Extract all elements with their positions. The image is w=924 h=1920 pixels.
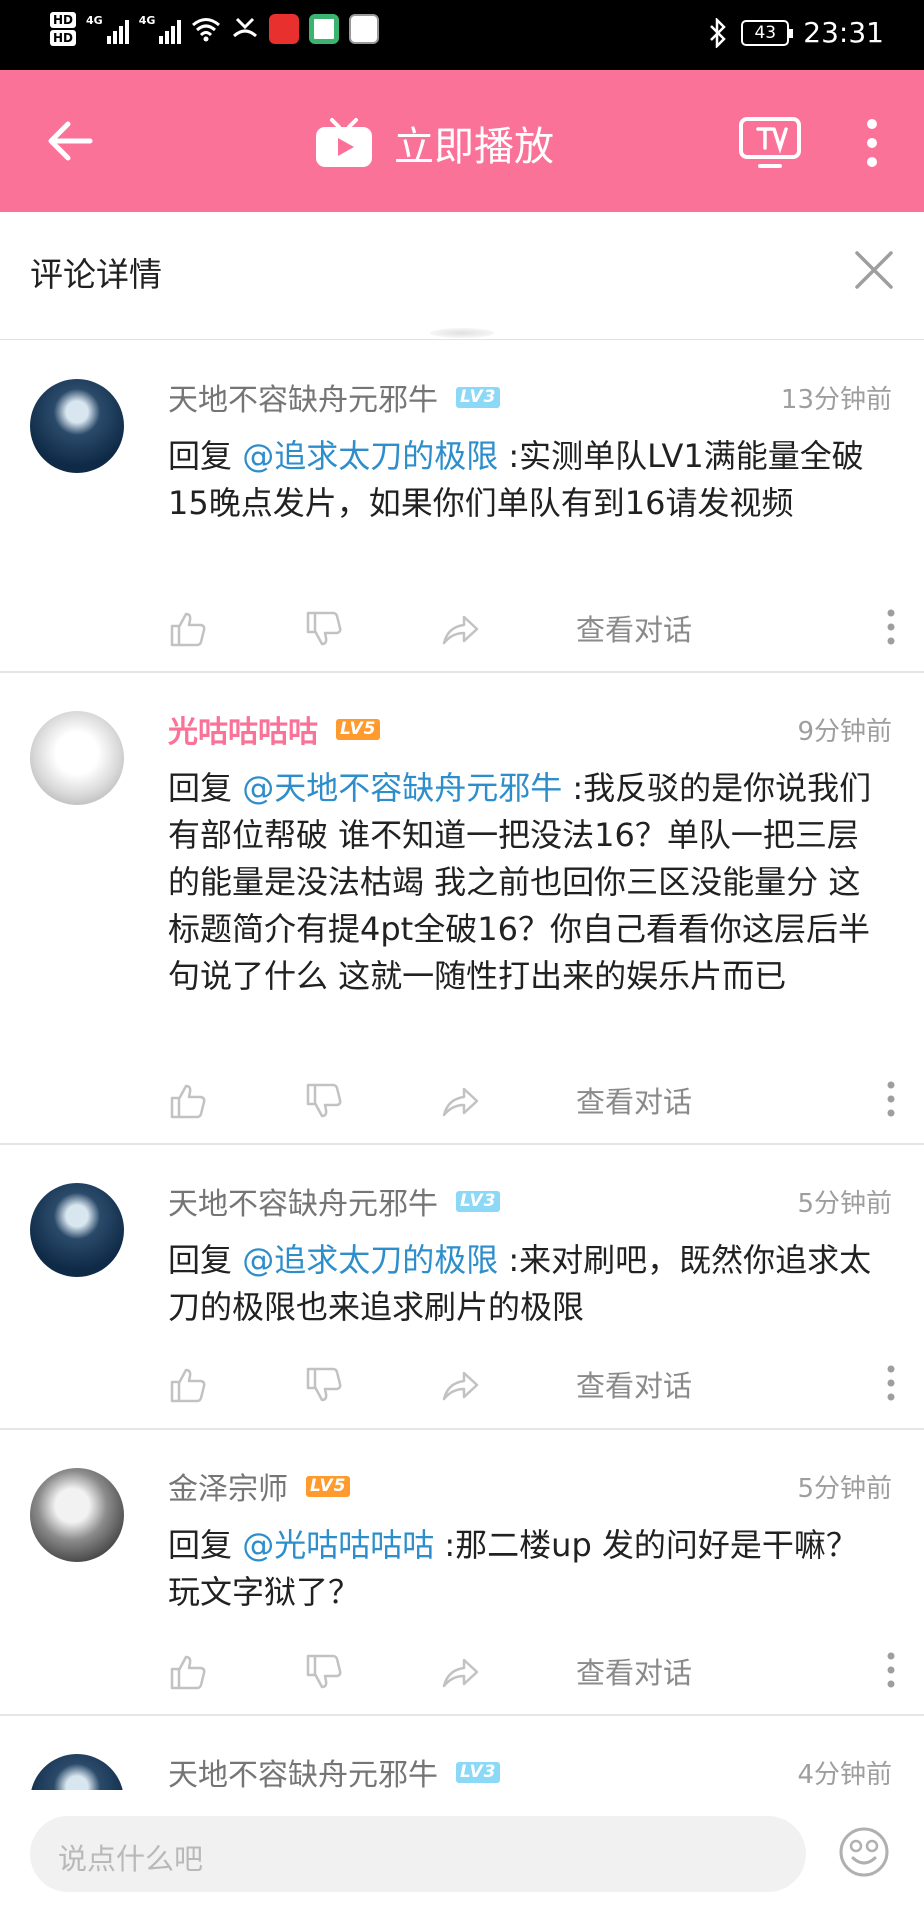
level-badge: LV5 [306,1475,351,1497]
view-conversation-button[interactable]: 查看对话 [576,607,692,649]
username-text: 天地不容缺舟元邪牛 [168,383,438,418]
dislike-icon[interactable] [304,1365,344,1405]
comment-detail-header: 评论详情 [0,212,924,340]
status-bar: HD HD 4G 4G 43 23:31 [0,0,924,70]
comment-item: 天地不容缺舟元邪牛 LV3 5分钟前 回复 @追求太刀的极限 :来对刷吧，既然你… [0,1145,924,1430]
section-title: 评论详情 [30,255,162,294]
comment-item: 天地不容缺舟元邪牛 LV3 13分钟前 回复 @追求太刀的极限 :实测单队LV1… [0,341,924,673]
comment-more-icon[interactable] [884,1079,898,1119]
play-now-button[interactable]: 立即播放 [314,114,554,172]
username-text: 金泽宗师 [168,1472,288,1507]
comment-item: 金泽宗师 LV5 5分钟前 回复 @光咕咕咕咕 :那二楼up 发的问好是干嘛？玩… [0,1430,924,1716]
level-badge: LV5 [336,718,381,740]
comment-more-icon[interactable] [884,1650,898,1690]
battery-indicator: 43 [741,19,794,46]
comment-text: 回复 @追求太刀的极限 :来对刷吧，既然你追求太刀的极限也来追求刷片的极限 [168,1237,888,1331]
net1-label: 4G [86,14,103,27]
dislike-icon[interactable] [304,1652,344,1692]
like-icon[interactable] [168,1081,208,1121]
timestamp: 5分钟前 [797,1189,892,1219]
reply-prefix: 回复 [168,437,243,475]
username[interactable]: 天地不容缺舟元邪牛 LV3 [168,375,501,419]
view-conversation-button[interactable]: 查看对话 [576,1079,692,1121]
mention-link[interactable]: @追求太刀的极限 [242,1241,498,1279]
username[interactable]: 金泽宗师 LV5 [168,1464,351,1508]
avatar[interactable] [30,1183,124,1277]
wifi-icon [192,18,221,42]
missed-call-icon [233,17,258,38]
close-icon[interactable] [854,250,894,290]
comment-input-placeholder: 说点什么吧 [58,1842,204,1876]
like-icon[interactable] [168,1365,208,1405]
comment-list: 天地不容缺舟元邪牛 LV3 13分钟前 回复 @追求太刀的极限 :实测单队LV1… [0,341,924,1916]
reply-prefix: 回复 [168,1241,243,1279]
pull-shadow [430,328,494,338]
level-badge: LV3 [456,1190,501,1212]
mention-link[interactable]: @光咕咕咕咕 [242,1526,434,1564]
dislike-icon[interactable] [304,609,344,649]
like-icon[interactable] [168,1652,208,1692]
username[interactable]: 天地不容缺舟元邪牛 LV3 [168,1750,501,1794]
avatar[interactable] [30,711,124,805]
signal-icon-2: 4G [139,14,182,44]
mention-link[interactable]: @追求太刀的极限 [242,437,498,475]
comment-input[interactable]: 说点什么吧 [30,1816,806,1892]
huya-app-icon [349,14,380,44]
username[interactable]: 天地不容缺舟元邪牛 LV3 [168,1179,501,1223]
comment-actions: 查看对话 [168,1359,898,1409]
browser-app-icon [309,14,340,44]
avatar[interactable] [30,1468,124,1562]
back-arrow-icon[interactable] [46,116,96,166]
username-text: 光咕咕咕咕 [168,715,318,750]
username-text: 天地不容缺舟元邪牛 [168,1187,438,1222]
dislike-icon[interactable] [304,1081,344,1121]
weibo-app-icon [269,14,300,44]
bluetooth-icon [710,17,727,48]
timestamp: 13分钟前 [780,385,892,415]
timestamp: 5分钟前 [797,1474,892,1504]
comment-actions: 查看对话 [168,1075,898,1125]
net2-label: 4G [138,14,156,27]
comment-composer: 说点什么吧 [0,1790,924,1920]
hd-indicator: HD HD [50,12,77,46]
mention-link[interactable]: @天地不容缺舟元邪牛 [242,769,562,807]
cast-tv-icon[interactable] [738,116,802,168]
comment-actions: 查看对话 [168,1646,898,1696]
share-icon[interactable] [440,1365,480,1405]
avatar[interactable] [30,379,124,473]
reply-prefix: 回复 [168,769,243,807]
share-icon[interactable] [440,1081,480,1121]
emoji-icon[interactable] [838,1826,890,1878]
comment-item: 光咕咕咕咕 LV5 9分钟前 回复 @天地不容缺舟元邪牛 :我反驳的是你说我们有… [0,673,924,1145]
tv-play-icon [316,118,372,167]
username[interactable]: 光咕咕咕咕 LV5 [168,707,381,751]
level-badge: LV3 [456,386,501,408]
comment-more-icon[interactable] [884,607,898,647]
level-badge: LV3 [456,1761,501,1783]
username-text: 天地不容缺舟元邪牛 [168,1758,438,1793]
more-vertical-icon[interactable] [860,118,884,168]
timestamp: 4分钟前 [797,1760,892,1790]
comment-text: 回复 @追求太刀的极限 :实测单队LV1满能量全破15晚点发片，如果你们单队有到… [168,433,888,527]
view-conversation-button[interactable]: 查看对话 [576,1363,692,1405]
hd1-label: HD [50,12,77,28]
share-icon[interactable] [440,1652,480,1692]
share-icon[interactable] [440,609,480,649]
reply-prefix: 回复 [168,1526,243,1564]
comment-text: 回复 @天地不容缺舟元邪牛 :我反驳的是你说我们有部位帮破 谁不知道一把没法16… [168,765,888,1000]
timestamp: 9分钟前 [797,717,892,747]
app-bar: 立即播放 [0,70,924,212]
view-conversation-button[interactable]: 查看对话 [576,1650,692,1692]
like-icon[interactable] [168,609,208,649]
play-now-label: 立即播放 [394,124,554,170]
comment-more-icon[interactable] [884,1363,898,1403]
hd2-label: HD [50,30,77,46]
comment-text: 回复 @光咕咕咕咕 :那二楼up 发的问好是干嘛？玩文字狱了？ [168,1522,888,1616]
clock: 23:31 [803,16,884,49]
signal-icon: 4G [86,14,129,44]
comment-actions: 查看对话 [168,603,898,653]
